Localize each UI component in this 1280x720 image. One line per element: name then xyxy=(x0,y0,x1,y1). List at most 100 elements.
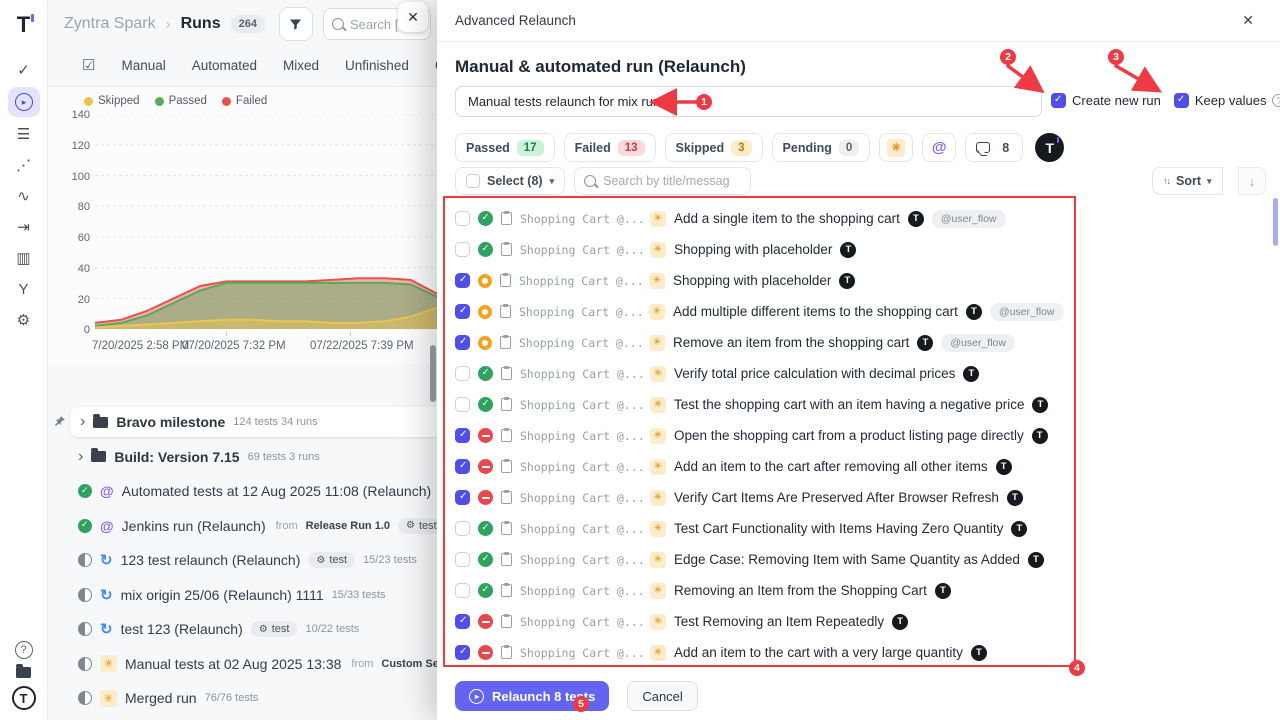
test-title[interactable]: Verify total price calculation with deci… xyxy=(674,366,955,381)
select-dropdown[interactable]: Select (8) ▾ xyxy=(455,167,565,195)
filter-skipped-chip[interactable]: Skipped3 xyxy=(665,133,763,162)
run-name-input[interactable] xyxy=(455,86,1042,117)
test-checkbox[interactable] xyxy=(455,521,470,536)
relaunch-button[interactable]: ▸ Relaunch 8 tests xyxy=(455,681,609,711)
test-title[interactable]: Test the shopping cart with an item havi… xyxy=(674,397,1024,412)
filter-manual-chip[interactable]: ✳ xyxy=(879,133,913,162)
test-row[interactable]: Shopping Cart @... ✳ Shopping with place… xyxy=(447,234,1072,265)
run-name[interactable]: mix origin 25/06 (Relaunch) 1111 xyxy=(121,587,324,603)
test-row[interactable]: Shopping Cart @... ✳ Test the shopping c… xyxy=(447,389,1072,420)
sidebar-item-plans[interactable]: ☰ xyxy=(8,120,40,148)
sidebar-item-pulse[interactable]: ∿ xyxy=(8,182,40,210)
help-icon[interactable]: ? xyxy=(15,641,33,659)
breadcrumb-section[interactable]: Runs xyxy=(181,15,221,33)
test-title[interactable]: Verify Cart Items Are Preserved After Br… xyxy=(674,490,999,505)
tab-manual[interactable]: Manual xyxy=(121,58,165,73)
test-title[interactable]: Test Cart Functionality with Items Havin… xyxy=(674,521,1003,536)
test-row[interactable]: Shopping Cart @... ✳ Shopping with place… xyxy=(447,265,1072,296)
sidebar-item-milestones[interactable]: ⋰ xyxy=(8,151,40,179)
keep-values-option[interactable]: Keep values ? xyxy=(1174,93,1280,108)
test-row[interactable]: Shopping Cart @... ✳ Add multiple differ… xyxy=(447,296,1072,327)
test-title[interactable]: Remove an item from the shopping cart xyxy=(673,335,909,350)
run-name[interactable]: Automated tests at 12 Aug 2025 11:08 (Re… xyxy=(122,483,432,499)
help-icon[interactable]: ? xyxy=(1272,94,1280,107)
test-row[interactable]: Shopping Cart @... ✳ Removing an Item fr… xyxy=(447,575,1072,606)
projects-icon[interactable] xyxy=(16,667,31,678)
filter-automated-chip[interactable]: @ xyxy=(922,133,956,162)
test-title[interactable]: Add a single item to the shopping cart xyxy=(674,211,900,226)
keep-values-checkbox[interactable] xyxy=(1174,93,1189,108)
select-all-icon[interactable]: ☑ xyxy=(82,56,95,74)
test-checkbox[interactable] xyxy=(455,583,470,598)
test-title[interactable]: Removing an Item from the Shopping Cart xyxy=(674,583,927,598)
run-name[interactable]: Bravo milestone xyxy=(116,414,225,430)
test-row[interactable]: Shopping Cart @... ✳ Edge Case: Removing… xyxy=(447,544,1072,575)
run-name[interactable]: 123 test relaunch (Relaunch) xyxy=(121,552,301,568)
test-row[interactable]: Shopping Cart @... ✳ Verify total price … xyxy=(447,358,1072,389)
run-name[interactable]: Jenkins run (Relaunch) xyxy=(122,518,266,534)
breadcrumb-project[interactable]: Zyntra Spark xyxy=(64,15,156,33)
filter-button[interactable] xyxy=(279,7,313,41)
filter-pending-chip[interactable]: Pending0 xyxy=(772,133,871,162)
test-checkbox[interactable] xyxy=(455,273,470,288)
chevron-right-icon[interactable]: › xyxy=(80,414,85,430)
close-drawer-button[interactable]: ✕ xyxy=(1242,12,1254,29)
test-row[interactable]: Shopping Cart @... ✳ Test Removing an It… xyxy=(447,606,1072,637)
filter-failed-chip[interactable]: Failed13 xyxy=(564,133,656,162)
test-title[interactable]: Shopping with placeholder xyxy=(674,242,832,257)
test-row[interactable]: Shopping Cart @... ✳ Add an item to the … xyxy=(447,451,1072,482)
sidebar-item-branches[interactable]: Y xyxy=(8,275,40,303)
test-checkbox[interactable] xyxy=(455,614,470,629)
tests-search-input[interactable] xyxy=(603,174,738,188)
sort-dropdown[interactable]: ↑↓ Sort ▾ xyxy=(1152,167,1223,195)
close-search-button[interactable]: ✕ xyxy=(398,2,428,32)
test-checkbox[interactable] xyxy=(455,490,470,505)
app-logo[interactable]: T xyxy=(17,12,30,38)
cancel-button[interactable]: Cancel xyxy=(627,681,697,711)
test-checkbox[interactable] xyxy=(455,397,470,412)
tab-unfinished[interactable]: Unfinished xyxy=(345,58,409,73)
account-avatar[interactable]: T xyxy=(12,686,36,710)
run-name[interactable]: Manual tests at 02 Aug 2025 13:38 xyxy=(125,656,341,672)
test-title[interactable]: Add an item to the cart after removing a… xyxy=(674,459,988,474)
sidebar-item-settings[interactable]: ⚙ xyxy=(8,306,40,334)
test-title[interactable]: Add multiple different items to the shop… xyxy=(673,304,958,319)
run-name[interactable]: Merged run xyxy=(125,690,197,706)
tab-automated[interactable]: Automated xyxy=(192,58,257,73)
test-checkbox[interactable] xyxy=(455,428,470,443)
background-scrollbar[interactable] xyxy=(430,345,436,402)
test-title[interactable]: Edge Case: Removing Item with Same Quant… xyxy=(674,552,1020,567)
sidebar-item-tests[interactable]: ✓ xyxy=(8,56,40,84)
test-row[interactable]: Shopping Cart @... ✳ Test Cart Functiona… xyxy=(447,513,1072,544)
sort-direction-button[interactable]: ↓ xyxy=(1238,167,1266,195)
test-checkbox[interactable] xyxy=(455,211,470,226)
test-checkbox[interactable] xyxy=(455,645,470,660)
test-checkbox[interactable] xyxy=(455,304,470,319)
chevron-right-icon[interactable]: › xyxy=(78,449,83,465)
sidebar-item-analytics[interactable]: ▥ xyxy=(8,244,40,272)
test-title[interactable]: Shopping with placeholder xyxy=(673,273,831,288)
tests-search[interactable] xyxy=(574,167,751,195)
test-row[interactable]: Shopping Cart @... ✳ Verify Cart Items A… xyxy=(447,482,1072,513)
testomatio-badge[interactable]: T xyxy=(1035,133,1064,162)
test-checkbox[interactable] xyxy=(455,335,470,350)
test-row[interactable]: Shopping Cart @... ✳ Open the shopping c… xyxy=(447,420,1072,451)
test-row[interactable]: Shopping Cart @... ✳ Add a single item t… xyxy=(447,203,1072,234)
tests-scrollbar[interactable] xyxy=(1273,198,1278,246)
test-row[interactable]: Shopping Cart @... ✳ Remove an item from… xyxy=(447,327,1072,358)
test-checkbox[interactable] xyxy=(455,552,470,567)
test-title[interactable]: Open the shopping cart from a product li… xyxy=(674,428,1024,443)
run-name[interactable]: test 123 (Relaunch) xyxy=(121,621,243,637)
test-row[interactable]: Shopping Cart @... ✳ Add an item to the … xyxy=(447,637,1072,668)
filter-passed-chip[interactable]: Passed17 xyxy=(455,133,555,162)
sidebar-item-import[interactable]: ⇥ xyxy=(8,213,40,241)
filter-comments-chip[interactable]: 8 xyxy=(965,133,1023,162)
test-title[interactable]: Add an item to the cart with a very larg… xyxy=(674,645,963,660)
sidebar-item-runs[interactable]: ▸ xyxy=(8,87,40,117)
run-name[interactable]: Build: Version 7.15 xyxy=(114,449,239,465)
tab-mixed[interactable]: Mixed xyxy=(283,58,319,73)
test-title[interactable]: Test Removing an Item Repeatedly xyxy=(674,614,884,629)
test-checkbox[interactable] xyxy=(455,459,470,474)
test-checkbox[interactable] xyxy=(455,242,470,257)
select-all-checkbox[interactable] xyxy=(466,174,480,188)
